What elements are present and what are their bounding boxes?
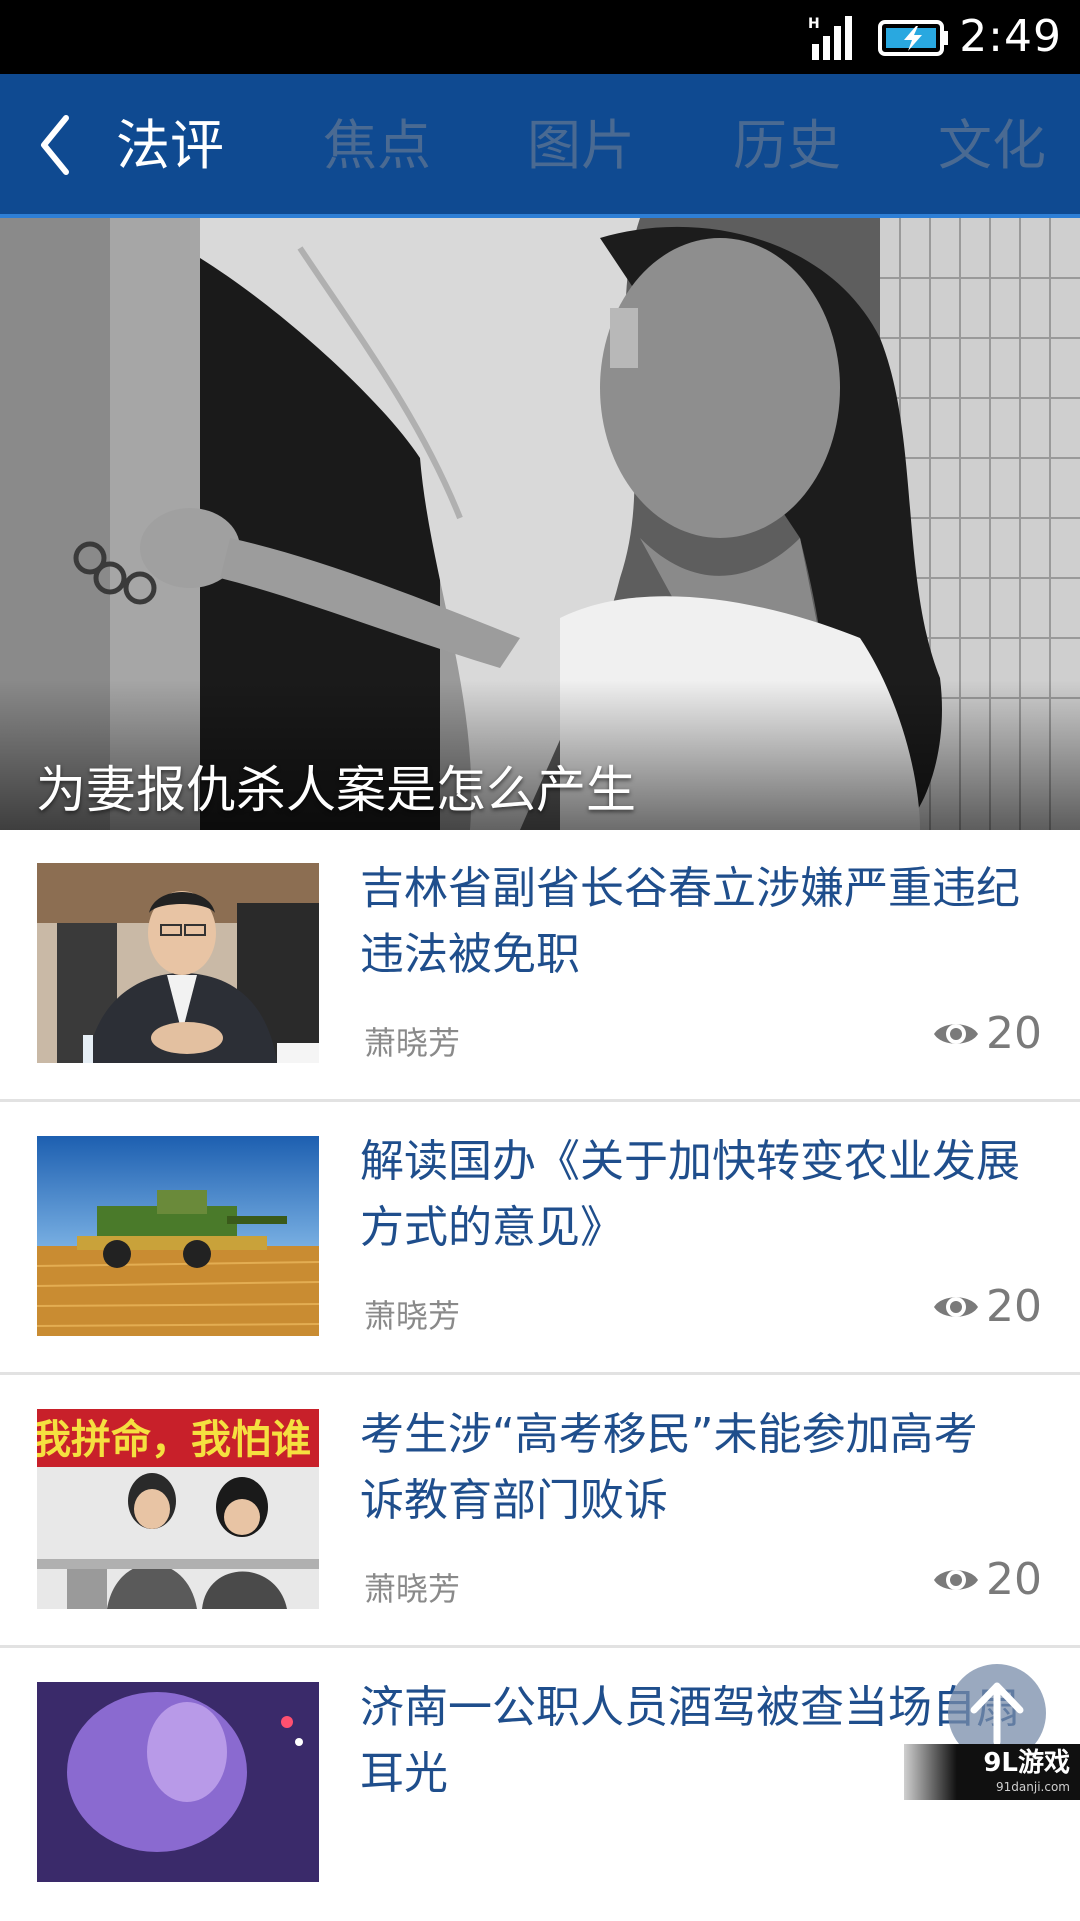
status-time: 2:49 bbox=[959, 11, 1062, 62]
news-title: 吉林省副省长谷春立涉嫌严重违纪违法被免职 bbox=[360, 863, 1020, 980]
view-count: 20 bbox=[932, 1554, 1042, 1605]
view-count: 20 bbox=[932, 1008, 1042, 1059]
news-item[interactable]: 吉林省副省长谷春立涉嫌严重违纪违法被免职 萧晓芳 20 bbox=[0, 830, 1080, 1102]
top-nav-bar: 法评 焦点 图片 历史 文化 bbox=[0, 74, 1080, 218]
signal-icon: H bbox=[808, 16, 852, 60]
watermark-logo: 9L游戏 91danji.com bbox=[904, 1744, 1080, 1800]
battery-charging-icon bbox=[878, 20, 948, 56]
eye-icon bbox=[934, 1569, 978, 1590]
hero-title: 为妻报仇杀人案是怎么产生 bbox=[36, 761, 636, 819]
news-thumbnail bbox=[37, 1682, 319, 1882]
news-thumbnail: 我拼命，我怕谁 bbox=[37, 1409, 319, 1609]
status-bar: H 2:49 bbox=[0, 0, 1080, 74]
view-count-value: 20 bbox=[986, 1008, 1042, 1059]
tab-fapin[interactable]: 法评 bbox=[116, 74, 224, 214]
tab-wenhua[interactable]: 文化 bbox=[938, 74, 1046, 214]
banner-text: 我拼命，我怕谁 bbox=[37, 1417, 311, 1463]
tab-tupian[interactable]: 图片 bbox=[527, 74, 635, 214]
tab-lishi[interactable]: 历史 bbox=[733, 74, 841, 214]
news-item[interactable]: 我拼命，我怕谁 考生涉“高考移民”未能参加高考 诉教育部门败诉 萧晓芳 20 bbox=[0, 1376, 1080, 1648]
news-title: 解读国办《关于加快转变农业发展方式的意见》 bbox=[360, 1136, 1020, 1253]
hero-banner[interactable]: 为妻报仇杀人案是怎么产生 bbox=[0, 218, 1080, 830]
eye-icon bbox=[934, 1023, 978, 1044]
eye-icon bbox=[934, 1296, 978, 1317]
news-author: 萧晓芳 bbox=[364, 1570, 461, 1608]
chevron-left-icon bbox=[41, 115, 69, 175]
watermark-sub: 91danji.com bbox=[996, 1780, 1070, 1794]
view-count: 20 bbox=[932, 1281, 1042, 1332]
view-count-value: 20 bbox=[986, 1281, 1042, 1332]
watermark-main: 9L游戏 bbox=[983, 1748, 1070, 1778]
news-thumbnail bbox=[37, 863, 319, 1063]
news-author: 萧晓芳 bbox=[364, 1024, 461, 1062]
back-button[interactable] bbox=[30, 110, 90, 180]
view-count-value: 20 bbox=[986, 1554, 1042, 1605]
tab-jiaodian[interactable]: 焦点 bbox=[323, 74, 431, 214]
news-thumbnail bbox=[37, 1136, 319, 1336]
news-item[interactable]: 解读国办《关于加快转变农业发展方式的意见》 萧晓芳 20 bbox=[0, 1103, 1080, 1375]
news-title: 考生涉“高考移民”未能参加高考 诉教育部门败诉 bbox=[360, 1409, 978, 1526]
svg-text:H: H bbox=[808, 16, 820, 32]
news-author: 萧晓芳 bbox=[364, 1297, 461, 1335]
